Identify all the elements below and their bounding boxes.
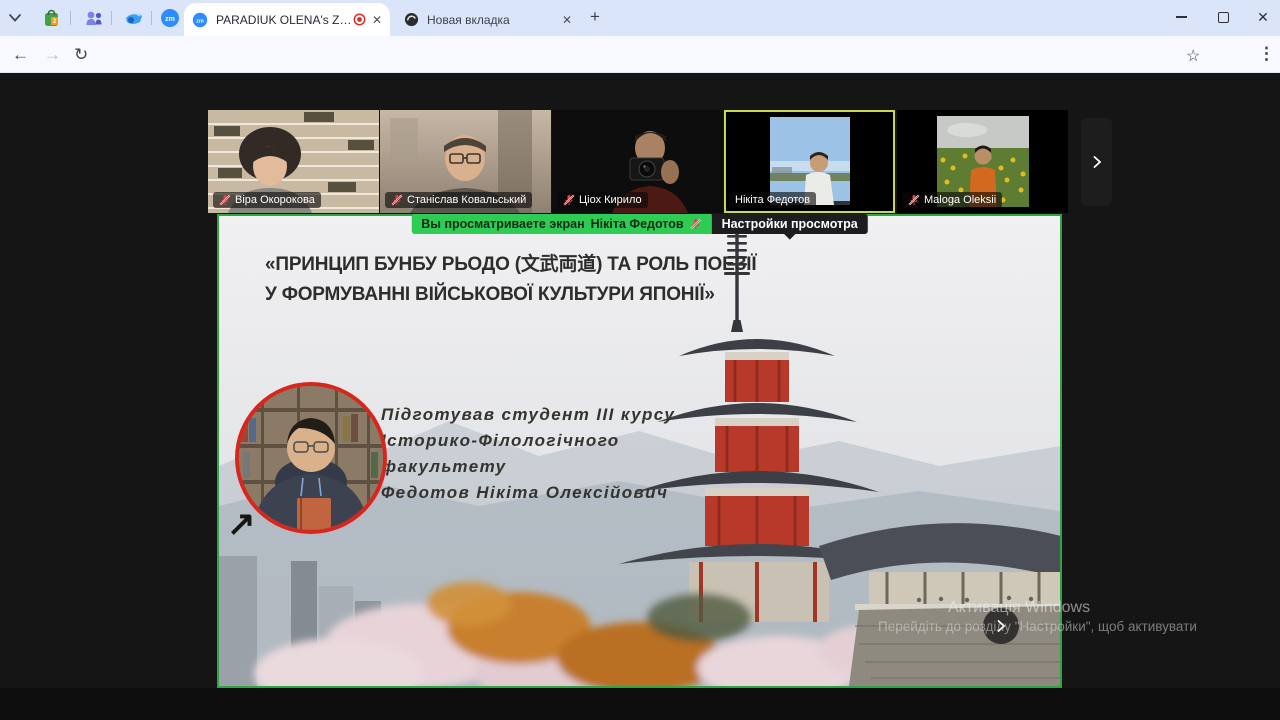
window-minimize-button[interactable]: [1162, 0, 1200, 34]
back-icon[interactable]: ←: [12, 45, 29, 65]
zoom-meeting-page: Віра Окорокова Станіслав Ковальський Ціо…: [0, 73, 1280, 688]
tab-new-tab[interactable]: Новая вкладка ✕: [396, 3, 580, 36]
svg-text:zm: zm: [196, 18, 204, 24]
slide-title-line2: У ФОРМУВАННІ ВІЙСЬКОВОЇ КУЛЬТУРИ ЯПОНІЇ»: [265, 284, 715, 305]
participant-name: Станіслав Ковальський: [407, 194, 527, 206]
tab-zoom-meeting[interactable]: zm PARADIUK OLENA's Zoom M ✕: [184, 3, 390, 36]
bookmark-star-icon[interactable]: ☆: [1186, 46, 1200, 66]
mic-muted-icon: [391, 194, 403, 206]
participant-name: Нікіта Федотов: [735, 194, 811, 206]
second-tab-favicon: [404, 12, 419, 27]
author-line: Підготував студент ІІІ курсу: [381, 405, 676, 424]
tab-title: PARADIUK OLENA's Zoom M: [216, 12, 353, 27]
pinned-tab-teams-icon[interactable]: [84, 8, 104, 28]
pinned-tab-store-bag-icon[interactable]: 2: [42, 8, 62, 28]
more-participants-button[interactable]: [1081, 118, 1112, 206]
participant-name: Віра Окорокова: [235, 194, 315, 206]
pinned-tab-zoom-icon[interactable]: zm: [160, 8, 180, 28]
presenter-name: Нікіта Федотов: [590, 217, 684, 231]
zoom-favicon: zm: [192, 12, 208, 27]
screen-share-banner: Вы просматриваете экран Нікіта Федотов Н…: [411, 214, 868, 240]
window-maximize-button[interactable]: [1204, 0, 1242, 34]
tab-close-icon[interactable]: ✕: [372, 13, 382, 27]
author-line: Історико-Філологічного: [381, 431, 620, 450]
screen: 2 zm zm PARADIUK OLENA's Zoom M ✕: [0, 0, 1280, 720]
participant-tile[interactable]: Maloga Oleksii: [897, 110, 1068, 213]
tab-recording-indicator-icon: [353, 13, 366, 26]
student-photo-art: [239, 386, 383, 530]
participant-tile[interactable]: Станіслав Ковальський: [380, 110, 551, 213]
windows-activation-watermark-line2: Перейдіть до розділу "Настройки", щоб ак…: [878, 619, 1197, 634]
slide-title: «ПРИНЦИП БУНБУ РЬОДО (文武両道) ТА РОЛЬ ПОЕЗ…: [265, 250, 785, 310]
author-line: факультету: [381, 457, 507, 476]
participant-name: Maloga Oleksii: [924, 194, 997, 206]
pinned-tab-separator: [151, 11, 152, 25]
participant-tile-active-speaker[interactable]: Нікіта Федотов: [724, 110, 895, 213]
browser-menu-icon[interactable]: ⋮: [1258, 44, 1275, 64]
student-photo: [235, 382, 387, 534]
mic-muted-icon: [563, 194, 575, 206]
slide-arrow-decoration: ↗: [227, 505, 256, 543]
shared-screen-region: «ПРИНЦИП БУНБУ РЬОДО (文武両道) ТА РОЛЬ ПОЕЗ…: [217, 214, 1062, 688]
author-line: Федотов Нікіта Олексійович: [381, 483, 669, 502]
slide-title-line1: «ПРИНЦИП БУНБУ РЬОДО (文武両道) ТА РОЛЬ ПОЕЗ…: [265, 254, 757, 275]
participant-tile[interactable]: Віра Окорокова: [208, 110, 379, 213]
browser-toolbar: ← → ↻ app.zoom.us/wc/86589970035/join?re…: [0, 36, 1280, 105]
presentation-slide: «ПРИНЦИП БУНБУ РЬОДО (文武両道) ТА РОЛЬ ПОЕЗ…: [219, 216, 1060, 686]
reload-icon[interactable]: ↻: [74, 45, 88, 65]
view-options-button[interactable]: Настройки просмотра: [711, 214, 868, 240]
new-tab-button[interactable]: +: [590, 7, 600, 27]
presenter-mic-muted-icon: [690, 218, 702, 230]
svg-text:zm: zm: [165, 16, 175, 23]
tab-title: Новая вкладка: [427, 12, 510, 27]
share-banner-message: Вы просматриваете экран Нікіта Федотов: [411, 214, 712, 234]
share-banner-text: Вы просматриваете экран: [421, 217, 585, 231]
forward-icon[interactable]: →: [44, 45, 61, 65]
mic-muted-icon: [908, 194, 920, 206]
tab-close-icon[interactable]: ✕: [562, 13, 572, 27]
mic-muted-icon: [219, 194, 231, 206]
browser-tab-strip: 2 zm zm PARADIUK OLENA's Zoom M ✕: [0, 0, 1280, 36]
participant-name: Ціох Кирило: [579, 194, 642, 206]
pinned-tab-separator: [111, 11, 112, 25]
participant-tile[interactable]: Ціох Кирило: [552, 110, 723, 213]
pinned-tab-separator: [70, 11, 71, 25]
pinned-tab-blue-app-icon[interactable]: [124, 8, 144, 28]
chevron-right-icon: [1089, 154, 1105, 170]
windows-taskbar: Пошук: [0, 688, 1280, 720]
slide-author-block: Підготував студент ІІІ курсу Історико-Фі…: [381, 402, 675, 506]
tab-search-chevron-icon[interactable]: [8, 12, 22, 24]
window-close-button[interactable]: ✕: [1244, 0, 1280, 34]
windows-activation-watermark-line1: Активація Windows: [948, 599, 1091, 616]
